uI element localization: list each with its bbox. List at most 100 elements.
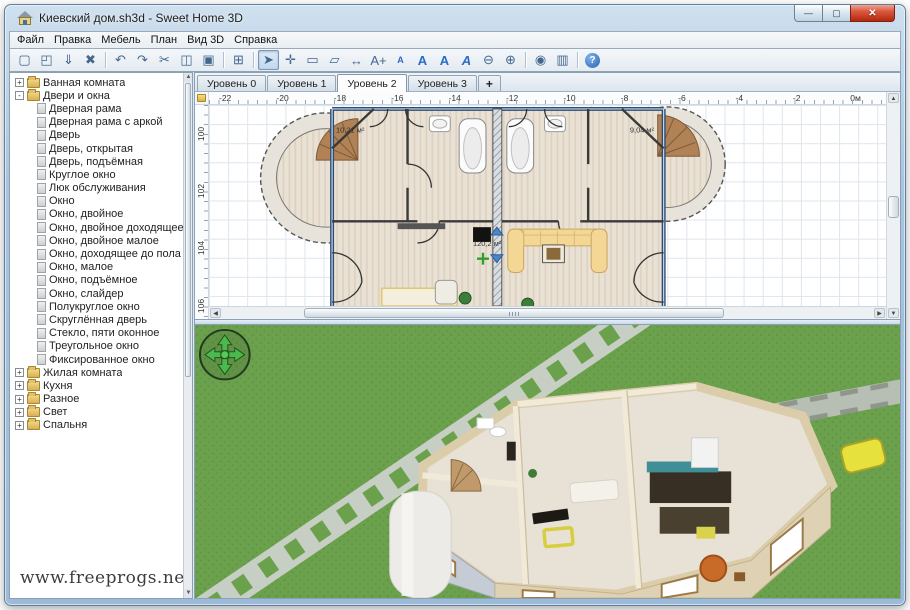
toolbar-button[interactable]: ◰	[36, 50, 57, 70]
scroll-down-icon[interactable]: ▼	[888, 308, 899, 318]
toolbar-button[interactable]: ▢	[14, 50, 35, 70]
plan-bathtub-left[interactable]	[459, 119, 486, 173]
toolbar-button[interactable]: ⊞	[228, 50, 249, 70]
toolbar-button[interactable]: ✖	[80, 50, 101, 70]
level-tab[interactable]: +	[478, 75, 501, 91]
toolbar-button[interactable]: A	[412, 50, 433, 70]
toolbar-button[interactable]: ?	[582, 50, 603, 70]
catalog-row[interactable]: Дверь, открытая	[12, 142, 192, 155]
toolbar-button[interactable]: ✛	[280, 50, 301, 70]
plan-plant[interactable]	[459, 292, 471, 304]
catalog-scrollbar[interactable]: ▲ ▼	[183, 73, 192, 598]
tree-toggle-icon[interactable]: -	[15, 91, 24, 100]
tree-toggle-icon[interactable]: +	[15, 368, 24, 377]
catalog-row[interactable]: Дверная рама	[12, 102, 192, 115]
catalog-row[interactable]: Окно, подъёмное	[12, 274, 192, 287]
catalog-row[interactable]: Окно, слайдер	[12, 287, 192, 300]
catalog-row[interactable]: Окно, двойное малое	[12, 234, 192, 247]
menu-item[interactable]: Мебель	[96, 33, 145, 47]
catalog-row[interactable]: + Свет	[12, 406, 192, 419]
toolbar-button[interactable]: A	[434, 50, 455, 70]
toolbar-button[interactable]: A+	[368, 50, 389, 70]
toolbar-button[interactable]: ◉	[530, 50, 551, 70]
tree-toggle-icon[interactable]: +	[15, 78, 24, 87]
level-tab[interactable]: Уровень 3	[408, 75, 477, 91]
menu-item[interactable]: План	[146, 33, 183, 47]
catalog-row[interactable]: + Кухня	[12, 379, 192, 392]
navigation-arrows[interactable]	[200, 330, 250, 379]
toolbar-button[interactable]: ⊖	[478, 50, 499, 70]
minimize-button[interactable]: —	[794, 5, 823, 22]
level-tab[interactable]: Уровень 0	[197, 75, 266, 91]
plan-tv-stand[interactable]	[398, 223, 446, 229]
scroll-up-icon[interactable]: ▲	[184, 73, 193, 82]
catalog-row[interactable]: + Ванная комната	[12, 76, 192, 89]
scroll-right-icon[interactable]: ▶	[874, 308, 885, 318]
menu-item[interactable]: Файл	[12, 33, 49, 47]
plan-canvas[interactable]: 10,21 м² 9,04 м² 120,2 м²	[209, 105, 886, 306]
toolbar-button[interactable]: ⇓	[58, 50, 79, 70]
tree-toggle-icon[interactable]: +	[15, 395, 24, 404]
toolbar-button[interactable]	[102, 50, 109, 70]
toolbar-button[interactable]	[220, 50, 227, 70]
menu-item[interactable]: Справка	[229, 33, 282, 47]
toolbar-button[interactable]: ◫	[176, 50, 197, 70]
tree-toggle-icon[interactable]: +	[15, 381, 24, 390]
scrollbar-thumb[interactable]	[888, 196, 899, 218]
menu-item[interactable]: Вид 3D	[182, 33, 229, 47]
level-tab[interactable]: Уровень 1	[267, 75, 336, 91]
scroll-down-icon[interactable]: ▼	[184, 589, 193, 598]
level-tab[interactable]: Уровень 2	[337, 74, 406, 92]
toolbar-button[interactable]	[522, 50, 529, 70]
scroll-up-icon[interactable]: ▲	[888, 93, 899, 103]
toolbar-button[interactable]: ➤	[258, 50, 279, 70]
view-3d[interactable]	[194, 324, 901, 599]
catalog-row[interactable]: Окно, двойное	[12, 208, 192, 221]
toolbar-button[interactable]: ↔	[346, 50, 367, 70]
plan-coffee-table[interactable]	[543, 245, 565, 263]
catalog-row[interactable]: Люк обслуживания	[12, 182, 192, 195]
catalog-row[interactable]: Круглое окно	[12, 168, 192, 181]
scroll-left-icon[interactable]: ◀	[210, 308, 221, 318]
catalog-row[interactable]: Окно, малое	[12, 261, 192, 274]
plan-armchair[interactable]	[435, 280, 457, 304]
menu-item[interactable]: Правка	[49, 33, 96, 47]
catalog-row[interactable]: Окно, двойное доходящее до пола	[12, 221, 192, 234]
toolbar-button[interactable]: A	[390, 50, 411, 70]
catalog-row[interactable]: Окно, доходящее до пола	[12, 247, 192, 260]
toolbar-button[interactable]: ↷	[132, 50, 153, 70]
plan-horizontal-scrollbar[interactable]: ◀ ▶	[209, 306, 886, 319]
catalog-row[interactable]: + Спальня	[12, 419, 192, 432]
catalog-row[interactable]: Фиксированное окно	[12, 353, 192, 366]
toolbar-button[interactable]: ✂	[154, 50, 175, 70]
catalog-row[interactable]: + Жилая комната	[12, 366, 192, 379]
catalog-row[interactable]: Дверная рама с аркой	[12, 116, 192, 129]
plan-sink-left[interactable]	[429, 116, 450, 132]
tree-toggle-icon[interactable]: +	[15, 408, 24, 417]
catalog-row[interactable]: Треугольное окно	[12, 340, 192, 353]
toolbar-button[interactable]	[250, 50, 257, 70]
toolbar-button[interactable]: ▣	[198, 50, 219, 70]
catalog-row[interactable]: Стекло, пяти оконное	[12, 327, 192, 340]
plan-center-wall[interactable]	[493, 109, 502, 306]
catalog-row[interactable]: Скруглённая дверь	[12, 313, 192, 326]
catalog-row[interactable]: - Двери и окна	[12, 89, 192, 102]
title-bar[interactable]: Киевский дом.sh3d - Sweet Home 3D — ▢ ✕	[9, 5, 901, 31]
plan-vertical-scrollbar[interactable]: ▲ ▼	[886, 92, 900, 319]
scrollbar-thumb[interactable]	[185, 83, 191, 377]
catalog-row[interactable]: Окно	[12, 195, 192, 208]
toolbar-button[interactable]: A	[456, 50, 477, 70]
catalog-row[interactable]: Дверь	[12, 129, 192, 142]
toolbar-button[interactable]: ▱	[324, 50, 345, 70]
catalog-row[interactable]: + Разное	[12, 393, 192, 406]
toolbar-button[interactable]: ▭	[302, 50, 323, 70]
toolbar-button[interactable]: ↶	[110, 50, 131, 70]
toolbar-button[interactable]: ▥	[552, 50, 573, 70]
catalog-row[interactable]: Полукруглое окно	[12, 300, 192, 313]
tree-toggle-icon[interactable]: +	[15, 421, 24, 430]
toolbar-button[interactable]: ⊕	[500, 50, 521, 70]
scrollbar-thumb[interactable]	[304, 308, 724, 318]
catalog-row[interactable]: Дверь, подъёмная	[12, 155, 192, 168]
maximize-button[interactable]: ▢	[823, 5, 850, 22]
toolbar-button[interactable]	[574, 50, 581, 70]
